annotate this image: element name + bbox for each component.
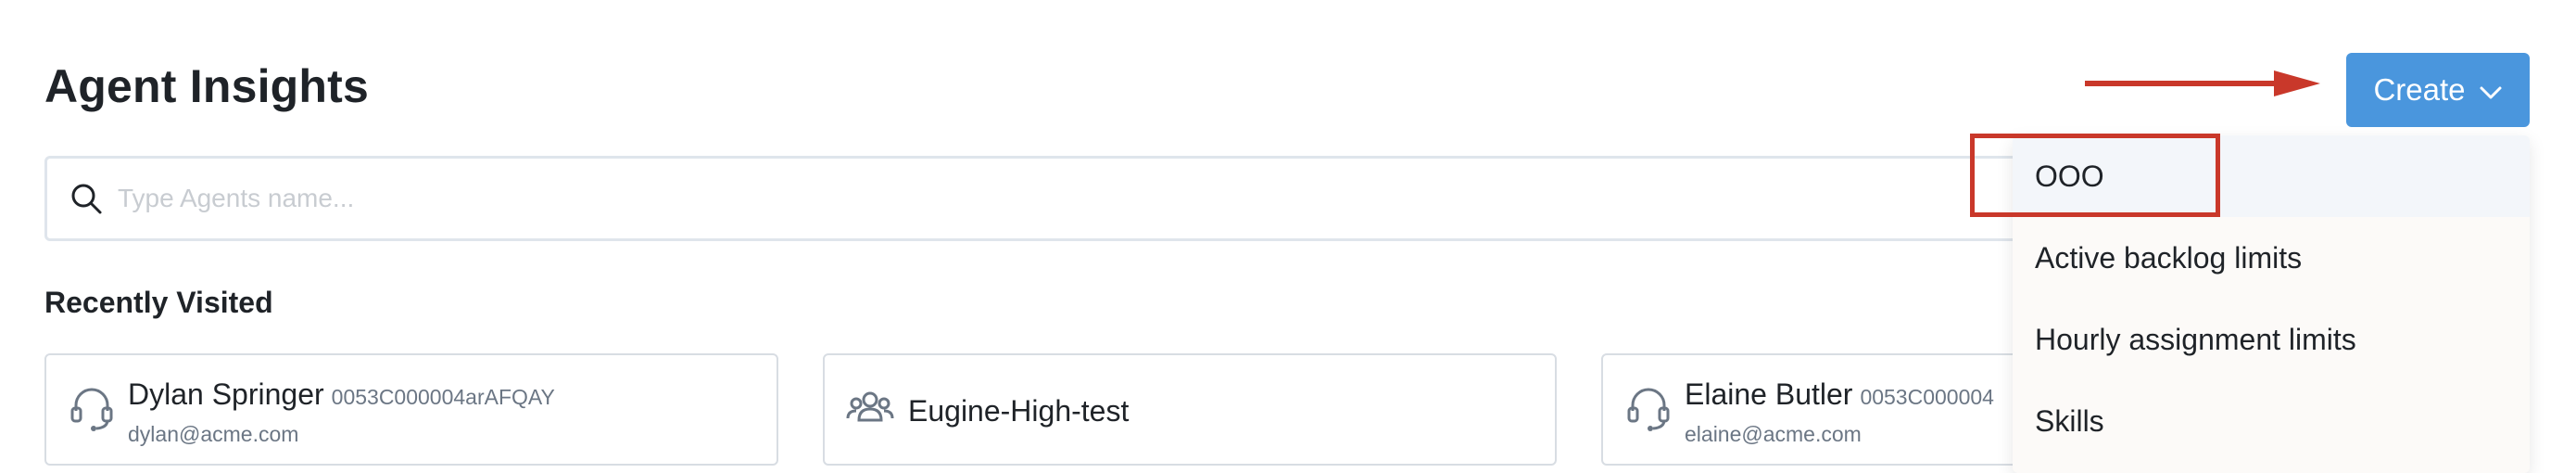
group-icon [845, 383, 895, 433]
chevron-down-icon [2479, 72, 2503, 108]
menu-item-hourly-assignment-limits[interactable]: Hourly assignment limits [2013, 299, 2530, 380]
recent-card-group[interactable]: Eugine-High-test [823, 353, 1557, 466]
agent-id: 0053C000004 [1860, 385, 1994, 409]
search-input[interactable] [116, 183, 1880, 214]
group-name: Eugine-High-test [908, 394, 1130, 428]
menu-item-active-backlog-limits[interactable]: Active backlog limits [2013, 217, 2530, 299]
agent-email: dylan@acme.com [128, 422, 299, 446]
headset-icon [1623, 383, 1673, 433]
create-dropdown-menu: OOO Active backlog limits Hourly assignm… [2013, 135, 2530, 473]
page-title: Agent Insights [44, 60, 370, 112]
recent-card-agent[interactable]: Dylan Springer 0053C000004arAFQAY dylan@a… [44, 353, 778, 466]
menu-item-skills[interactable]: Skills [2013, 380, 2530, 462]
agent-id: 0053C000004arAFQAY [331, 385, 555, 409]
agent-email: elaine@acme.com [1685, 422, 1862, 446]
create-button[interactable]: Create [2346, 53, 2530, 127]
menu-item-ooo[interactable]: OOO [2013, 135, 2530, 217]
agent-name: Dylan Springer [128, 377, 324, 411]
create-button-label: Create [2373, 72, 2466, 107]
headset-icon [67, 383, 117, 433]
card-name: Dylan Springer 0053C000004arAFQAY [128, 377, 555, 412]
search-box[interactable] [44, 156, 2333, 241]
card-name: Elaine Butler 0053C000004 [1685, 377, 1994, 412]
agent-name: Elaine Butler [1685, 377, 1853, 411]
annotation-arrow [2085, 70, 2320, 96]
recently-visited-title: Recently Visited [44, 286, 273, 319]
search-icon [68, 180, 105, 217]
